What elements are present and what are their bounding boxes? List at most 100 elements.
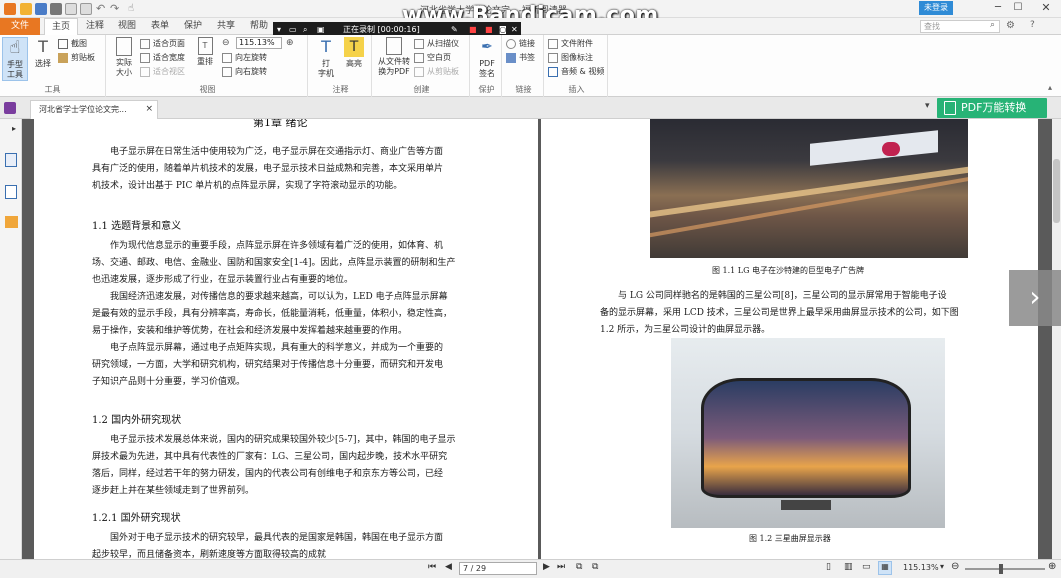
document-viewport[interactable]: 第1章 绪论 电子显示屏在日常生活中使用较为广泛，电子显示屏在交通指示灯、商业广…: [22, 119, 1061, 559]
fit-visible-button[interactable]: 适合视区: [140, 66, 185, 78]
group-insert: 文件附件 图像标注 音频 & 视频 插入: [546, 35, 608, 97]
login-button[interactable]: 未登录: [919, 1, 953, 15]
section-1-2-1-para-1: 国外对于电子显示技术的研究较早，最具代表的是国家是韩国，韩国在电子显示方面 起步较…: [92, 530, 443, 559]
pdf-sign-button[interactable]: ✒ PDF 签名: [475, 37, 499, 79]
figure-1-2-image: [671, 338, 945, 528]
file-attachment-button[interactable]: 文件附件: [548, 38, 593, 50]
text-line: 电子点阵显示屏幕，通过电子点矩阵实现，具有重大的科学意义，并成为一个重要的: [110, 343, 444, 353]
clipboard-button[interactable]: 剪贴板: [58, 52, 95, 64]
zoom-out-icon[interactable]: ⊖: [222, 38, 230, 48]
tab-protect[interactable]: 保护: [178, 18, 208, 35]
from-clipboard-button[interactable]: 从剪贴板: [414, 66, 459, 78]
reflow-button[interactable]: T 重排: [194, 37, 216, 67]
hand-tool-icon[interactable]: ☝: [128, 3, 140, 15]
pages-panel-icon[interactable]: [5, 185, 17, 199]
rotate-right-button[interactable]: 向右旋转: [222, 66, 267, 78]
prev-page-icon[interactable]: ◀: [445, 562, 452, 572]
help-icon[interactable]: ?: [1030, 20, 1035, 30]
rotate-left-button[interactable]: 向左旋转: [222, 52, 267, 64]
collapse-ribbon-icon[interactable]: ▴: [1048, 83, 1052, 92]
next-view-icon[interactable]: ⧉: [592, 562, 598, 572]
typewriter-button[interactable]: T 打 字机: [314, 37, 338, 79]
save-icon[interactable]: [35, 3, 47, 15]
comments-panel-icon[interactable]: [5, 216, 18, 228]
document-tab[interactable]: 河北省学士学位论文完... ×: [30, 100, 158, 119]
undo-icon[interactable]: ↶: [96, 3, 108, 15]
zoom-slider-thumb[interactable]: [999, 564, 1003, 574]
from-scanner-button[interactable]: 从扫描仪: [414, 38, 459, 50]
select-button[interactable]: T 选择: [32, 37, 54, 69]
tab-file[interactable]: 文件: [0, 18, 40, 35]
image-annotation-button[interactable]: 图像标注: [548, 52, 593, 64]
expand-panel-icon[interactable]: ▸: [12, 124, 16, 133]
text-line: 1.2 所示，为三星公司设计的曲屏显示器。: [600, 325, 771, 335]
zoom-in-status-icon[interactable]: ⊕: [1048, 561, 1056, 572]
open-icon[interactable]: [20, 3, 32, 15]
properties-icon[interactable]: [80, 3, 92, 15]
vertical-scrollbar[interactable]: [1052, 119, 1061, 559]
pdf-reader-window: { "title_bar": {"title": "河北省学士学位论文完...-…: [0, 0, 1061, 578]
tab-view[interactable]: 视图: [112, 18, 142, 35]
hand-tool-button[interactable]: ☝ 手型 工具: [2, 37, 28, 81]
zoom-level: 115.13%: [903, 563, 939, 572]
text-line: 备的显示屏幕，采用 LCD 技术，三星公司是世界上最早采用曲屏显示技术的公司，如…: [600, 308, 959, 318]
next-page-arrow[interactable]: ›: [1009, 270, 1061, 326]
text-line: 作为现代信息显示的重要手段，点阵显示屏在许多领域有着广泛的使用，如体育、机: [110, 241, 444, 251]
previous-view-icon[interactable]: ⧉: [576, 562, 582, 572]
zoom-out-status-icon[interactable]: ⊖: [951, 561, 959, 572]
scanner-icon: [414, 39, 424, 49]
audio-video-button[interactable]: 音频 & 视频: [548, 66, 604, 78]
fit-width-icon: [140, 53, 150, 63]
convert-to-pdf-button[interactable]: 从文件转 换为PDF: [376, 37, 412, 77]
continuous-facing-icon[interactable]: ▦: [878, 561, 892, 575]
next-page-icon[interactable]: ▶: [543, 562, 550, 572]
group-comment-label: 注释: [332, 85, 349, 94]
zoom-in-icon[interactable]: ⊕: [286, 38, 294, 48]
settings-icon[interactable]: ⚙: [1006, 20, 1015, 31]
actual-size-button[interactable]: 实际 大小: [112, 37, 136, 78]
continuous-icon[interactable]: ▥: [844, 562, 853, 572]
tab-home[interactable]: 主页: [44, 18, 78, 36]
page-number-input[interactable]: 7 / 29: [459, 562, 537, 575]
facing-icon[interactable]: ▭: [862, 562, 871, 572]
group-links: 链接 书签 链接: [504, 35, 544, 97]
tab-comment[interactable]: 注释: [80, 18, 110, 35]
cursor-icon: T: [38, 37, 48, 56]
zoom-select[interactable]: 115.13%: [236, 37, 282, 49]
close-tab-icon[interactable]: ×: [145, 101, 153, 118]
pdf-convert-button[interactable]: PDF万能转换: [937, 98, 1047, 118]
scrollbar-thumb[interactable]: [1053, 159, 1060, 223]
fit-width-button[interactable]: 适合宽度: [140, 52, 185, 64]
first-page-icon[interactable]: ⏮: [428, 562, 436, 572]
text-line: 起步较早，而且储备资本，刷新速度等方面取得较高的成就: [92, 550, 327, 559]
chapter-heading: 第1章 绪论: [253, 119, 308, 129]
bookmark-button[interactable]: 书签: [506, 52, 535, 64]
bookmarks-panel-icon[interactable]: [5, 153, 17, 167]
tab-share[interactable]: 共享: [211, 18, 241, 35]
search-input[interactable]: 查找: [920, 20, 1000, 33]
new-icon[interactable]: [65, 3, 77, 15]
tab-help[interactable]: 帮助: [244, 18, 274, 35]
tab-form[interactable]: 表单: [145, 18, 175, 35]
link-button[interactable]: 链接: [506, 38, 535, 50]
text-line: 场、交通、邮政、电信、金融业、国防和国家安全[1-4]。因此，点阵显示装置的研制…: [92, 258, 456, 268]
print-icon[interactable]: [50, 3, 62, 15]
group-view: 实际 大小 适合页面 适合宽度 适合视区 T 重排 ⊖ 115.13% ⊕ 向左…: [108, 35, 308, 97]
zoom-slider[interactable]: [965, 564, 1045, 574]
tab-list-icon[interactable]: ▾: [925, 101, 930, 111]
group-protect: ✒ PDF 签名 保护: [472, 35, 502, 97]
highlight-icon: T: [344, 37, 364, 57]
blank-page-button[interactable]: 空白页: [414, 52, 451, 64]
group-create: 从文件转 换为PDF 从扫描仪 空白页 从剪贴板 创建: [374, 35, 470, 97]
close-button[interactable]: ✕: [1036, 1, 1056, 16]
single-page-icon[interactable]: ▯: [826, 562, 831, 572]
fit-page-button[interactable]: 适合页面: [140, 38, 185, 50]
minimize-button[interactable]: ─: [990, 2, 1006, 16]
maximize-button[interactable]: ☐: [1010, 2, 1026, 16]
search-icon[interactable]: ⌕: [990, 20, 995, 30]
last-page-icon[interactable]: ⏭: [557, 562, 565, 572]
snapshot-button[interactable]: 截图: [58, 38, 87, 50]
zoom-menu-icon[interactable]: ▾: [940, 562, 944, 571]
highlight-button[interactable]: T 高亮: [342, 37, 366, 69]
redo-icon[interactable]: ↷: [110, 3, 122, 15]
